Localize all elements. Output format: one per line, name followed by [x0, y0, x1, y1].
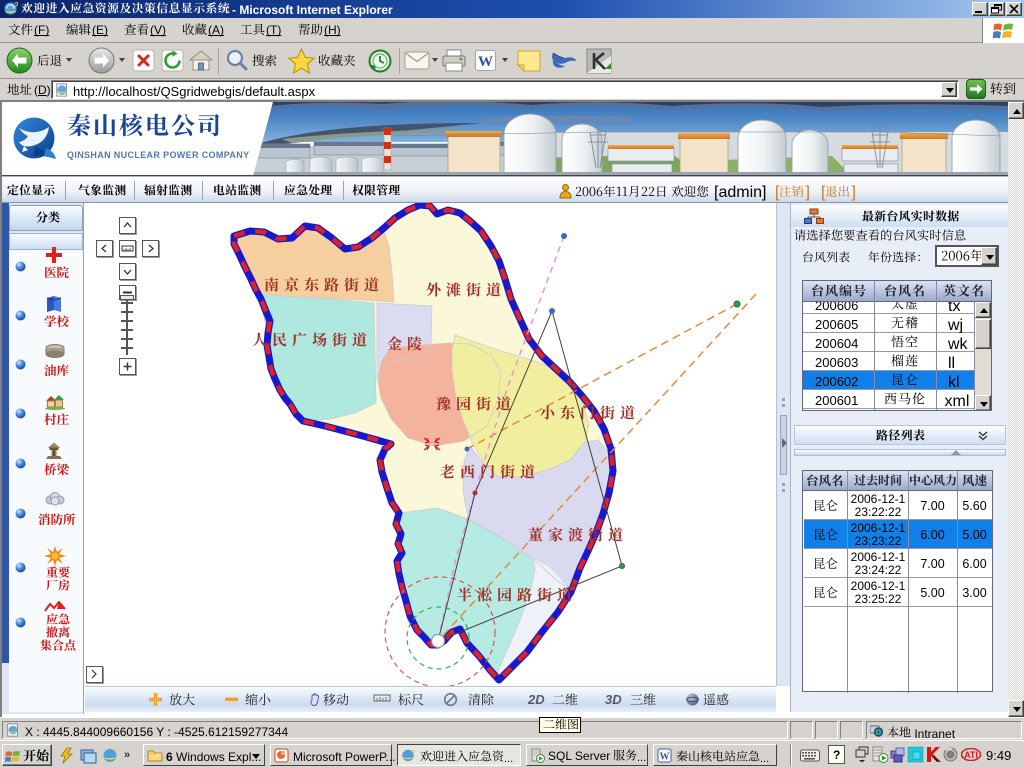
svg-text:W: W — [478, 54, 493, 70]
svg-text:ATI: ATI — [964, 750, 978, 760]
svg-text:W: W — [660, 752, 670, 763]
